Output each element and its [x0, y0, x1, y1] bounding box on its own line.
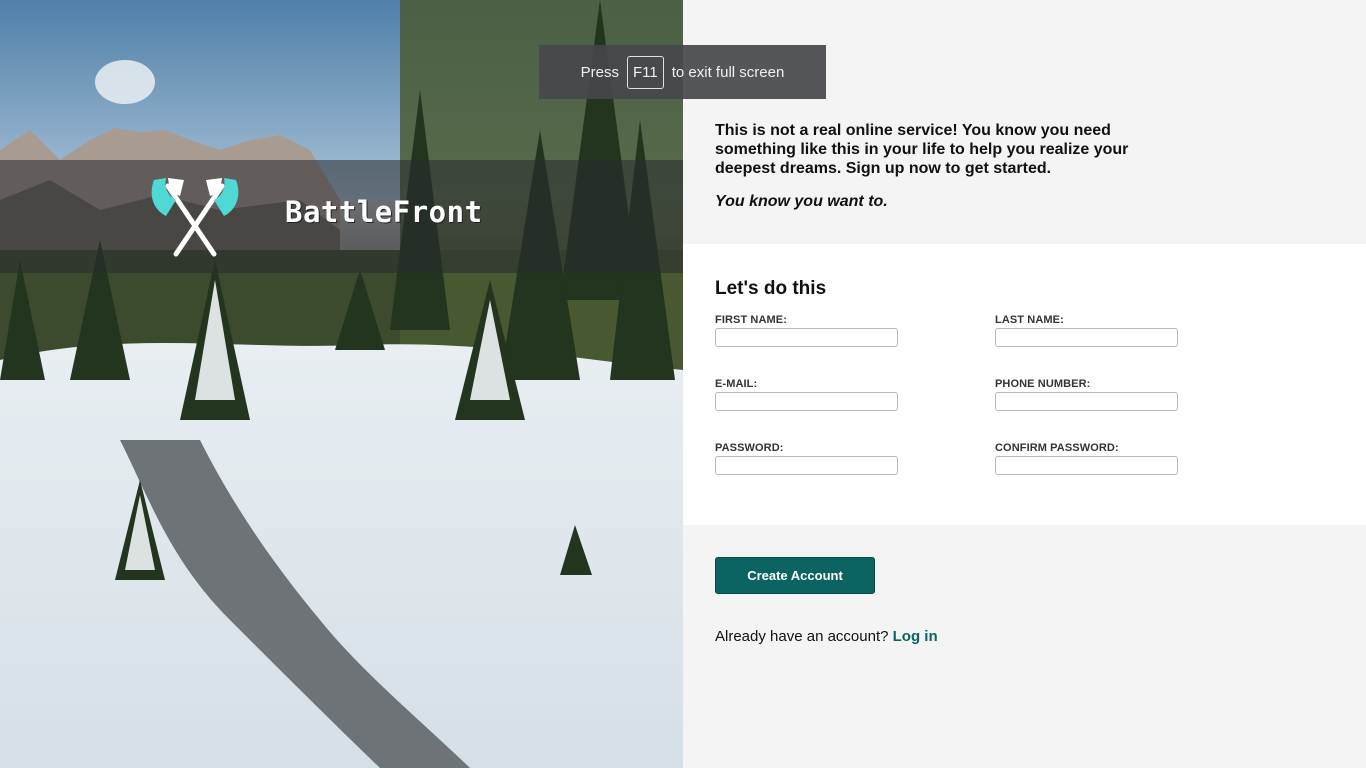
crossed-axes-icon: [151, 178, 239, 257]
create-account-button[interactable]: Create Account: [715, 557, 875, 594]
password-group: PASSWORD:: [715, 442, 898, 475]
login-link[interactable]: Log in: [893, 628, 938, 645]
intro-text: This is not a real online service! You k…: [715, 122, 1129, 177]
hero-image: BattleFront: [0, 0, 683, 768]
confirm-password-input[interactable]: [995, 456, 1178, 475]
password-input[interactable]: [715, 456, 898, 475]
login-prompt-line: Already have an account? Log in: [715, 628, 938, 645]
signup-panel: This is not a real online service! You k…: [683, 0, 1366, 768]
form-title: Let's do this: [715, 278, 827, 299]
phone-group: PHONE NUMBER:: [995, 378, 1178, 411]
last-name-input[interactable]: [995, 328, 1178, 347]
winter-forest-scene: [0, 0, 683, 768]
confirm-password-label: CONFIRM PASSWORD:: [995, 442, 1119, 454]
action-section: Create Account Already have an account? …: [683, 525, 1366, 768]
phone-input[interactable]: [995, 392, 1178, 411]
brand-name: BattleFront: [285, 195, 483, 229]
email-input[interactable]: [715, 392, 898, 411]
fullscreen-toast: Press F11 to exit full screen: [539, 45, 826, 99]
confirm-password-group: CONFIRM PASSWORD:: [995, 442, 1178, 475]
signup-form: Let's do this FIRST NAME: LAST NAME: E-M…: [683, 244, 1366, 525]
intro-emphasis: You know you want to.: [715, 193, 888, 210]
first-name-group: FIRST NAME:: [715, 314, 898, 347]
login-prompt: Already have an account?: [715, 628, 889, 645]
toast-suffix: to exit full screen: [671, 63, 785, 81]
last-name-group: LAST NAME:: [995, 314, 1178, 347]
phone-label: PHONE NUMBER:: [995, 378, 1091, 390]
password-label: PASSWORD:: [715, 442, 784, 454]
first-name-input[interactable]: [715, 328, 898, 347]
intro-section: This is not a real online service! You k…: [683, 0, 1366, 244]
last-name-label: LAST NAME:: [995, 314, 1064, 326]
f11-key: F11: [627, 55, 664, 89]
first-name-label: FIRST NAME:: [715, 314, 787, 326]
toast-prefix: Press: [580, 63, 620, 81]
email-label: E-MAIL:: [715, 378, 758, 390]
email-group: E-MAIL:: [715, 378, 898, 411]
